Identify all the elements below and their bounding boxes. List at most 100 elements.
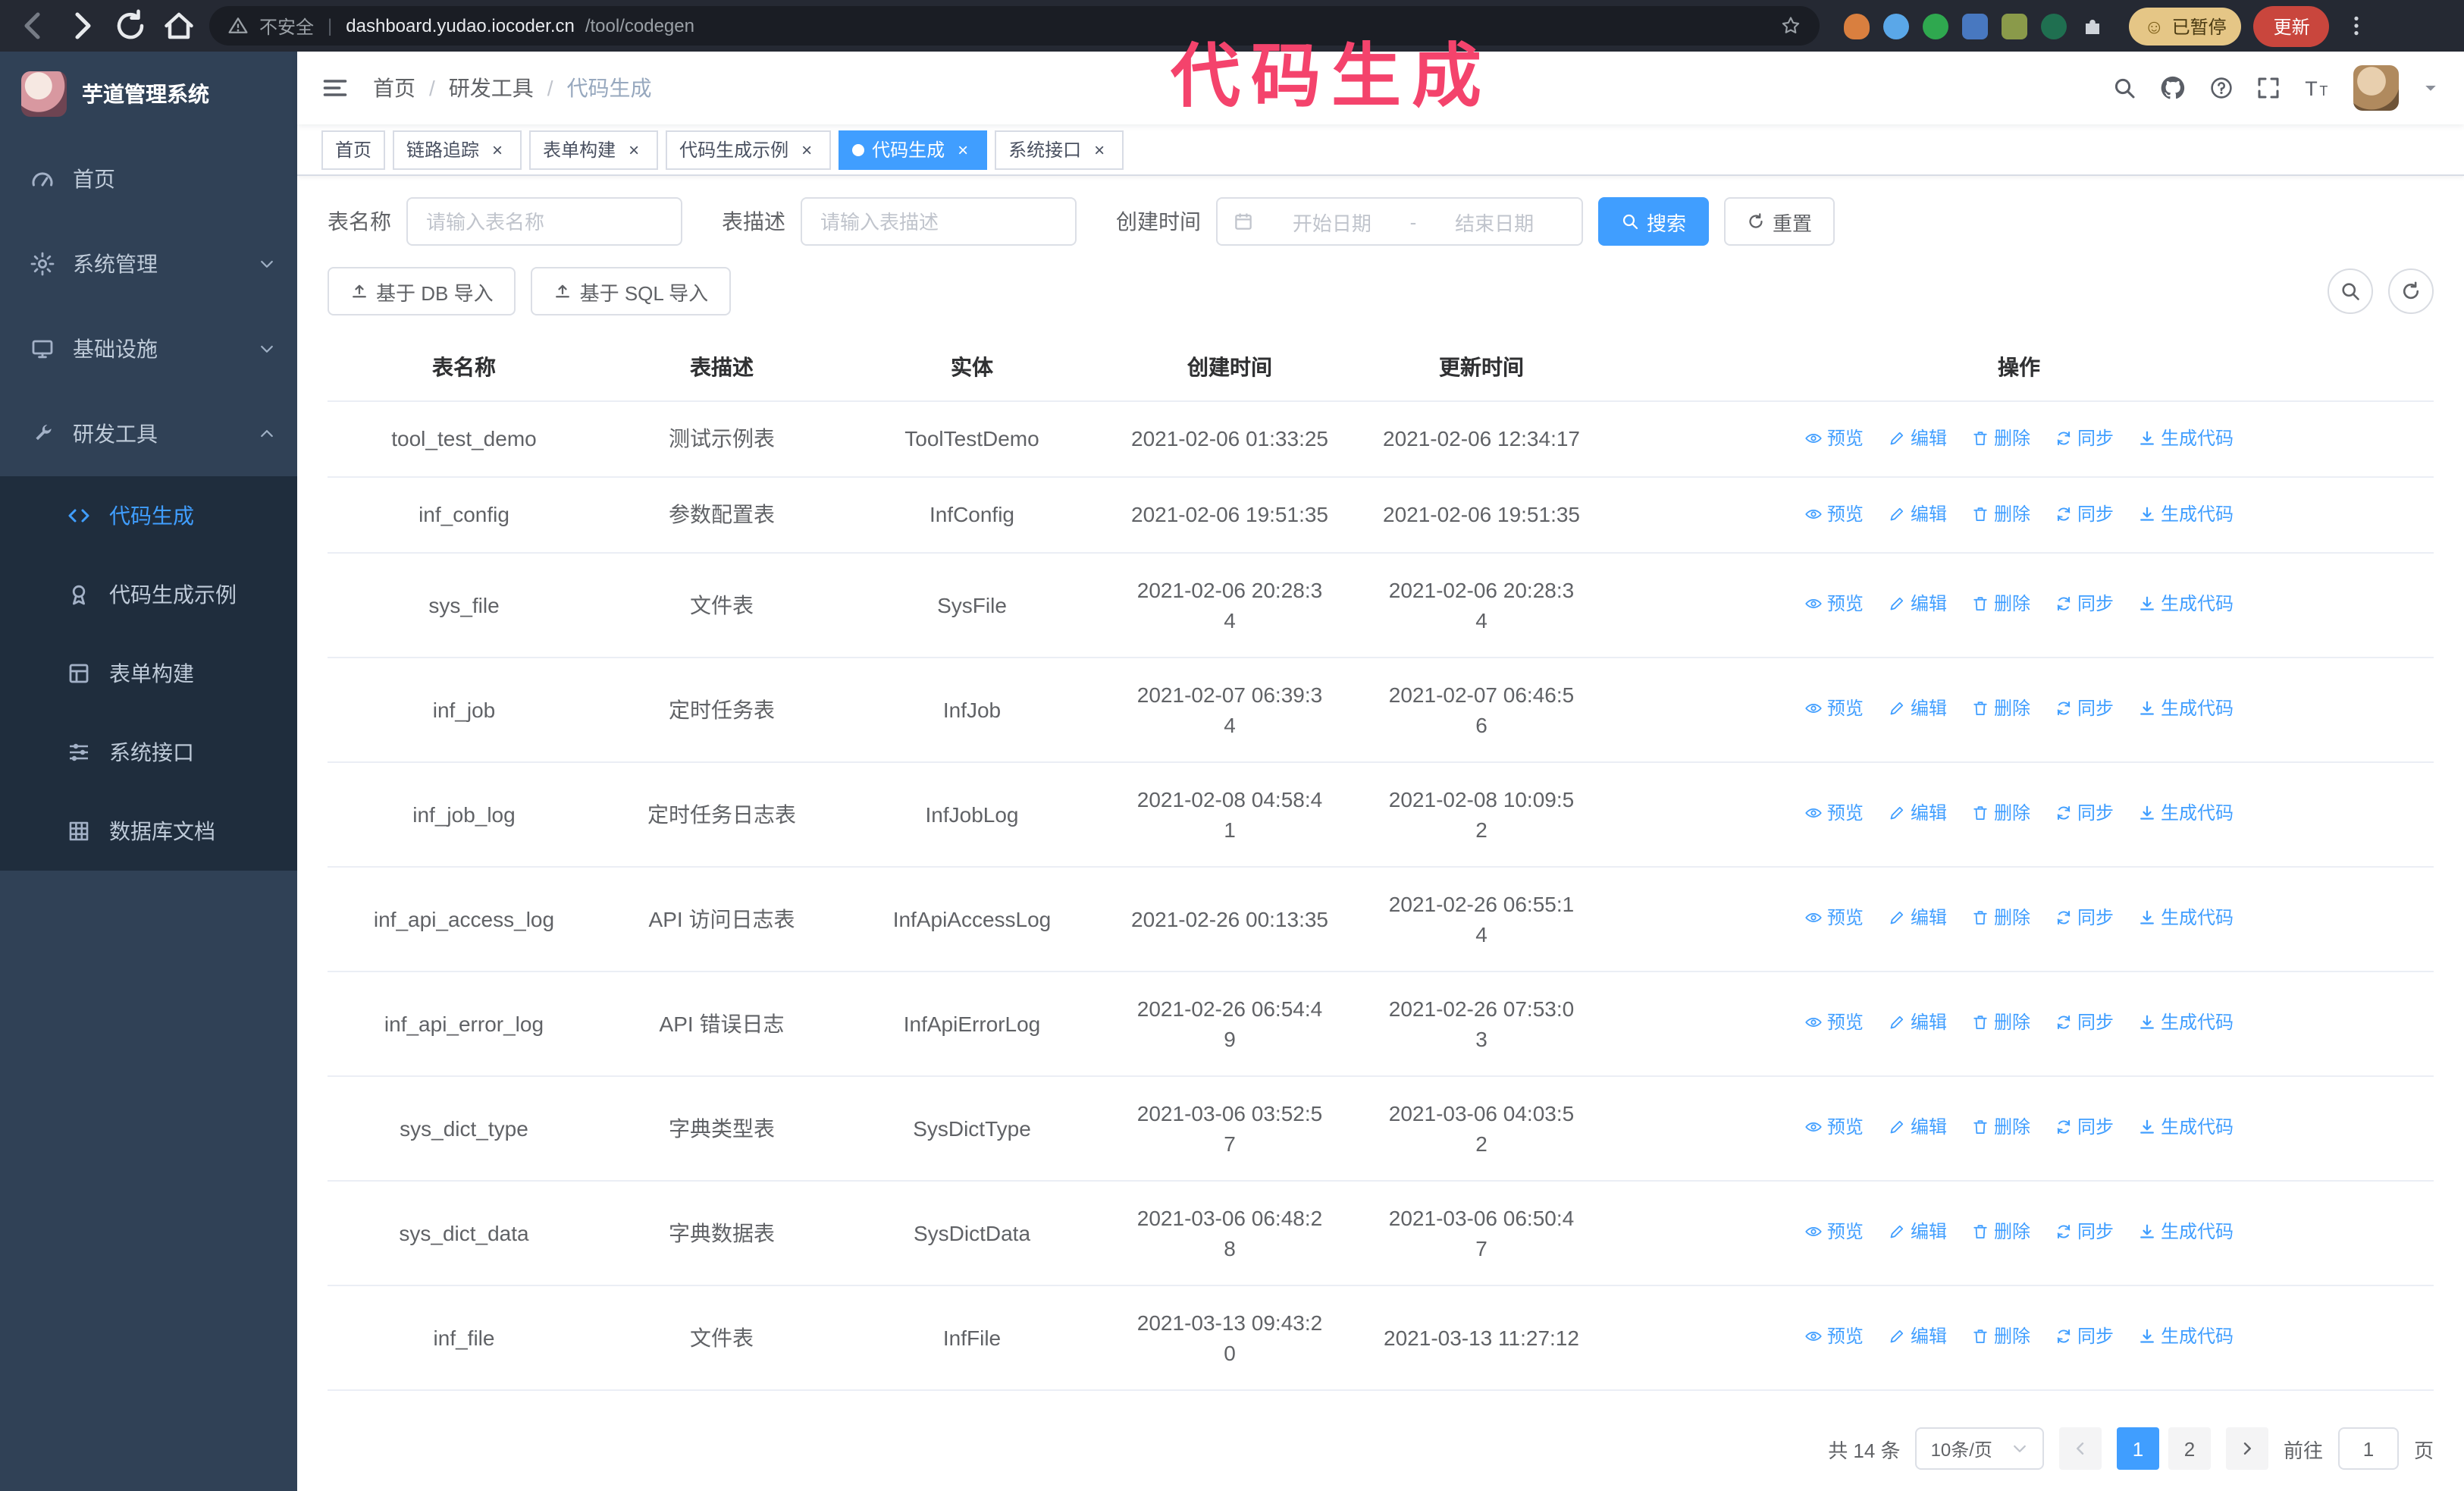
sidebar-subitem-代码生成示例[interactable]: 代码生成示例: [0, 555, 297, 634]
action-删除[interactable]: 删除: [1971, 798, 2030, 828]
prev-page-button[interactable]: [2058, 1427, 2102, 1470]
action-编辑[interactable]: 编辑: [1888, 798, 1947, 828]
tab-代码生成示例[interactable]: 代码生成示例 ×: [666, 130, 832, 169]
action-编辑[interactable]: 编辑: [1888, 1112, 1947, 1142]
action-删除[interactable]: 删除: [1971, 1321, 2030, 1351]
action-预览[interactable]: 预览: [1804, 693, 1864, 724]
font-size-icon[interactable]: TT: [2303, 74, 2331, 102]
tab-首页[interactable]: 首页: [321, 130, 386, 169]
action-编辑[interactable]: 编辑: [1888, 589, 1947, 619]
tab-链路追踪[interactable]: 链路追踪 ×: [393, 130, 522, 169]
action-同步[interactable]: 同步: [2055, 589, 2114, 619]
sidebar-logo[interactable]: 芋道管理系统: [0, 52, 297, 137]
refresh-table-button[interactable]: [2388, 268, 2434, 314]
reset-button[interactable]: 重置: [1724, 197, 1835, 246]
hamburger-icon[interactable]: [321, 74, 349, 102]
sidebar-subitem-数据库文档[interactable]: 数据库文档: [0, 792, 297, 871]
breadcrumb-item[interactable]: 首页: [373, 73, 415, 103]
action-删除[interactable]: 删除: [1971, 422, 2030, 453]
page-size-select[interactable]: 10条/页: [1915, 1427, 2044, 1470]
browser-back-button[interactable]: [15, 8, 52, 44]
tab-表单构建[interactable]: 表单构建 ×: [529, 130, 659, 169]
action-同步[interactable]: 同步: [2055, 693, 2114, 724]
page-button-1[interactable]: 1: [2116, 1427, 2159, 1470]
extension-icon[interactable]: [1844, 13, 1870, 39]
action-编辑[interactable]: 编辑: [1888, 422, 1947, 453]
action-同步[interactable]: 同步: [2055, 1216, 2114, 1247]
extension-icon[interactable]: [1962, 13, 1988, 39]
extension-icon[interactable]: [1923, 13, 1948, 39]
close-icon[interactable]: ×: [623, 139, 644, 160]
action-编辑[interactable]: 编辑: [1888, 902, 1947, 933]
action-生成代码[interactable]: 生成代码: [2138, 422, 2234, 453]
goto-page-input[interactable]: [2337, 1427, 2399, 1470]
tab-系统接口[interactable]: 系统接口 ×: [995, 130, 1124, 169]
action-删除[interactable]: 删除: [1971, 498, 2030, 529]
action-同步[interactable]: 同步: [2055, 902, 2114, 933]
sidebar-item-首页[interactable]: 首页: [0, 137, 297, 221]
action-编辑[interactable]: 编辑: [1888, 1321, 1947, 1351]
action-预览[interactable]: 预览: [1804, 422, 1864, 453]
action-预览[interactable]: 预览: [1804, 498, 1864, 529]
action-生成代码[interactable]: 生成代码: [2138, 1112, 2234, 1142]
sidebar-item-系统管理[interactable]: 系统管理: [0, 221, 297, 306]
close-icon[interactable]: ×: [952, 139, 973, 160]
fullscreen-icon[interactable]: [2256, 76, 2281, 100]
action-预览[interactable]: 预览: [1804, 1216, 1864, 1247]
action-生成代码[interactable]: 生成代码: [2138, 1007, 2234, 1037]
sidebar-subitem-代码生成[interactable]: 代码生成: [0, 476, 297, 555]
extension-icon[interactable]: [1883, 13, 1909, 39]
sidebar-subitem-系统接口[interactable]: 系统接口: [0, 713, 297, 792]
action-同步[interactable]: 同步: [2055, 498, 2114, 529]
paused-badge[interactable]: ☺ 已暂停: [2129, 7, 2242, 45]
extensions-puzzle-icon[interactable]: [2080, 14, 2105, 38]
table-name-input[interactable]: [406, 197, 682, 246]
action-删除[interactable]: 删除: [1971, 1112, 2030, 1142]
tab-代码生成[interactable]: 代码生成 ×: [839, 130, 988, 169]
close-icon[interactable]: ×: [487, 139, 508, 160]
extension-icon[interactable]: [2002, 13, 2027, 39]
action-同步[interactable]: 同步: [2055, 422, 2114, 453]
action-预览[interactable]: 预览: [1804, 589, 1864, 619]
action-同步[interactable]: 同步: [2055, 1321, 2114, 1351]
breadcrumb-item[interactable]: 研发工具: [449, 73, 534, 103]
next-page-button[interactable]: [2225, 1427, 2268, 1470]
github-icon[interactable]: [2159, 74, 2187, 102]
avatar-dropdown-caret-icon[interactable]: [2422, 79, 2440, 97]
action-编辑[interactable]: 编辑: [1888, 498, 1947, 529]
update-button[interactable]: 更新: [2253, 5, 2330, 46]
search-button[interactable]: 搜索: [1598, 197, 1710, 246]
bookmark-star-icon[interactable]: [1780, 15, 1801, 36]
browser-menu-icon[interactable]: [2345, 14, 2369, 38]
address-bar[interactable]: 不安全 | dashboard.yudao.iocoder.cn/tool/co…: [209, 6, 1820, 46]
browser-forward-button[interactable]: [64, 8, 100, 44]
page-button-2[interactable]: 2: [2168, 1427, 2211, 1470]
sidebar-subitem-表单构建[interactable]: 表单构建: [0, 634, 297, 713]
action-预览[interactable]: 预览: [1804, 1321, 1864, 1351]
table-desc-input[interactable]: [801, 197, 1077, 246]
import-sql-button[interactable]: 基于 SQL 导入: [531, 267, 732, 315]
action-删除[interactable]: 删除: [1971, 589, 2030, 619]
header-search-icon[interactable]: [2112, 76, 2136, 100]
close-icon[interactable]: ×: [1089, 139, 1110, 160]
date-range-picker[interactable]: 开始日期 - 结束日期: [1216, 197, 1583, 246]
action-同步[interactable]: 同步: [2055, 1112, 2114, 1142]
action-预览[interactable]: 预览: [1804, 1007, 1864, 1037]
sidebar-item-基础设施[interactable]: 基础设施: [0, 306, 297, 391]
help-icon[interactable]: [2209, 76, 2234, 100]
action-预览[interactable]: 预览: [1804, 798, 1864, 828]
action-生成代码[interactable]: 生成代码: [2138, 1216, 2234, 1247]
action-编辑[interactable]: 编辑: [1888, 1007, 1947, 1037]
import-db-button[interactable]: 基于 DB 导入: [328, 267, 516, 315]
action-预览[interactable]: 预览: [1804, 902, 1864, 933]
action-删除[interactable]: 删除: [1971, 1216, 2030, 1247]
action-生成代码[interactable]: 生成代码: [2138, 693, 2234, 724]
action-编辑[interactable]: 编辑: [1888, 693, 1947, 724]
action-删除[interactable]: 删除: [1971, 1007, 2030, 1037]
sidebar-item-研发工具[interactable]: 研发工具: [0, 391, 297, 476]
action-预览[interactable]: 预览: [1804, 1112, 1864, 1142]
browser-reload-button[interactable]: [112, 8, 149, 44]
action-编辑[interactable]: 编辑: [1888, 1216, 1947, 1247]
browser-home-button[interactable]: [161, 8, 197, 44]
action-同步[interactable]: 同步: [2055, 1007, 2114, 1037]
